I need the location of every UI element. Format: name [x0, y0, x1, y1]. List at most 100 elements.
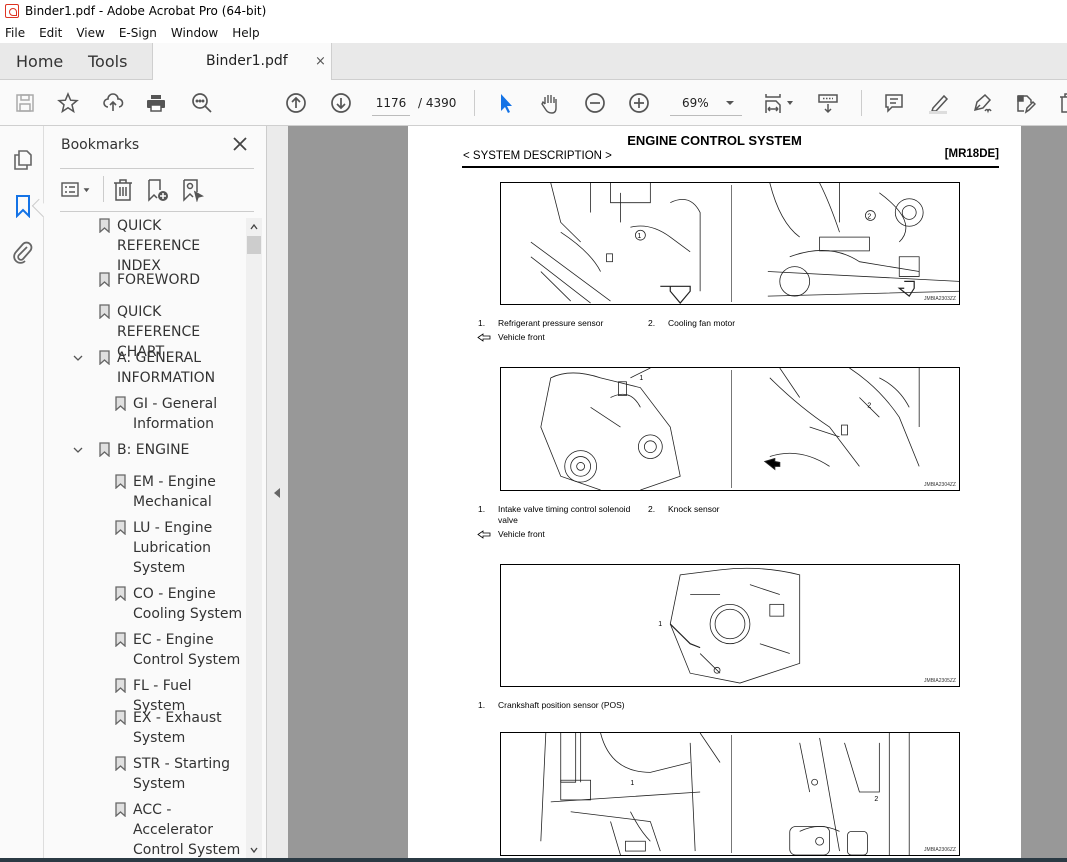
- bookmark-item[interactable]: EM - Engine Mechanical: [115, 472, 216, 512]
- upload-cloud-icon[interactable]: [101, 91, 125, 115]
- page-thumbnails-icon[interactable]: [11, 148, 35, 172]
- zoom-out-icon[interactable]: [583, 91, 607, 115]
- zoom-in-icon[interactable]: [627, 91, 651, 115]
- vehicle-front-arrow-icon: [477, 530, 491, 539]
- bookmark-label: ACC -: [133, 802, 172, 818]
- bookmark-label: STR - Starting: [133, 756, 230, 772]
- menu-file[interactable]: File: [0, 26, 32, 40]
- bookmark-item[interactable]: CO - Engine Cooling System: [115, 584, 242, 624]
- caption-text: Knock sensor: [668, 504, 720, 514]
- bookmark-icon: [115, 710, 126, 725]
- comment-icon[interactable]: [882, 91, 906, 115]
- figure-3: 1 JMBIA2305ZZ: [500, 564, 960, 687]
- page-number-input[interactable]: 1176: [372, 92, 410, 116]
- attachments-icon[interactable]: [11, 240, 35, 264]
- bookmark-icon: [115, 756, 126, 771]
- figure-divider: [731, 735, 732, 853]
- figure-1: 1 2 JMBIA2303ZZ: [500, 182, 960, 305]
- bookmark-star-icon[interactable]: [56, 91, 80, 115]
- find-zoom-icon[interactable]: [190, 91, 214, 115]
- menu-window[interactable]: Window: [164, 26, 225, 40]
- left-navigation-rail: [0, 126, 51, 862]
- document-tab-label: Binder1.pdf: [206, 53, 288, 69]
- toolbar-divider: [474, 90, 475, 116]
- bookmark-list: QUICK REFERENCE INDEX FOREWORD QUICK REFERE…: [44, 218, 244, 862]
- edit-pdf-icon[interactable]: [1013, 91, 1037, 115]
- tab-home[interactable]: Home: [16, 43, 63, 80]
- chevron-down-icon[interactable]: [72, 444, 84, 456]
- total-pages: / 4390: [418, 96, 457, 110]
- menu-esign[interactable]: E-Sign: [112, 26, 164, 40]
- bookmark-item[interactable]: FOREWORD: [99, 270, 200, 290]
- bookmark-item[interactable]: A: GENERAL INFORMATION: [73, 348, 216, 388]
- bookmark-icon: [115, 474, 126, 489]
- figure-code: JMBIA2305ZZ: [924, 678, 956, 684]
- menu-view[interactable]: View: [69, 26, 111, 40]
- highlight-icon[interactable]: [926, 91, 950, 115]
- fit-page-dropdown-icon[interactable]: [787, 101, 793, 105]
- figure-3-illustration: 1: [658, 567, 801, 684]
- figure-divider: [731, 370, 732, 488]
- save-icon[interactable]: [13, 91, 37, 115]
- print-icon[interactable]: [144, 91, 168, 115]
- figure-4-illustration: 1 2: [540, 733, 910, 855]
- bookmark-item[interactable]: GI - General Information: [115, 394, 217, 434]
- bookmark-item[interactable]: B: ENGINE: [73, 440, 189, 460]
- svg-text:1: 1: [630, 780, 634, 787]
- fit-page-icon[interactable]: [762, 91, 786, 115]
- bookmark-item[interactable]: EX - Exhaust System: [115, 708, 222, 748]
- bookmark-icon: [99, 442, 110, 457]
- delete-icon[interactable]: [1056, 91, 1067, 115]
- bookmark-options-button[interactable]: [60, 178, 94, 202]
- viewer-scrollbar[interactable]: [1058, 126, 1067, 862]
- bookmark-scrollbar[interactable]: [246, 218, 262, 858]
- select-cursor-icon[interactable]: [494, 91, 518, 115]
- document-viewer[interactable]: ENGINE CONTROL SYSTEM < SYSTEM DESCRIPTI…: [288, 126, 1067, 862]
- caption-text: Intake valve timing control solenoid val…: [498, 504, 631, 525]
- bookmark-label: QUICK REFERENCE: [117, 218, 201, 254]
- zoom-level-select[interactable]: 69%: [670, 92, 742, 116]
- hand-icon[interactable]: [538, 91, 562, 115]
- scrollbar-thumb[interactable]: [247, 236, 261, 254]
- bookmarks-panel-title: Bookmarks: [61, 137, 140, 153]
- tab-tools[interactable]: Tools: [88, 43, 127, 80]
- chevron-down-icon[interactable]: [72, 352, 84, 364]
- figure-code: JMBIA2303ZZ: [924, 296, 956, 302]
- new-bookmark-from-structure-icon[interactable]: [180, 178, 204, 203]
- page-down-icon[interactable]: [329, 91, 353, 115]
- bookmark-item[interactable]: EC - Engine Control System: [115, 630, 240, 670]
- page-up-icon[interactable]: [284, 91, 308, 115]
- toolbar: 1176 / 4390 69%: [0, 80, 1067, 126]
- chevron-down-icon: [726, 101, 734, 105]
- sign-icon[interactable]: [970, 91, 994, 115]
- title-bar: Binder1.pdf - Adobe Acrobat Pro (64-bit): [0, 0, 1067, 22]
- scroll-mode-icon[interactable]: [816, 91, 840, 115]
- new-bookmark-icon[interactable]: [145, 178, 169, 202]
- tab-document[interactable]: Binder1.pdf ×: [152, 43, 332, 81]
- bookmark-item[interactable]: STR - Starting System: [115, 754, 230, 794]
- collapse-panel-handle[interactable]: [266, 126, 288, 862]
- toolbar-divider: [861, 90, 862, 116]
- menu-help[interactable]: Help: [225, 26, 266, 40]
- close-panel-icon[interactable]: [232, 136, 248, 152]
- menu-edit[interactable]: Edit: [32, 26, 69, 40]
- bookmark-label: EX - Exhaust: [133, 710, 222, 726]
- close-tab-icon[interactable]: ×: [315, 43, 326, 80]
- bookmark-label: QUICK REFERENCE: [117, 304, 201, 340]
- bookmark-item[interactable]: ACC - Accelerator Control System: [115, 800, 240, 860]
- delete-bookmark-icon[interactable]: [111, 178, 135, 202]
- menu-bar: File Edit View E-Sign Window Help: [0, 22, 1067, 43]
- bookmark-item[interactable]: LU - Engine Lubrication System: [115, 518, 212, 578]
- bookmark-label: INFORMATION: [117, 370, 216, 386]
- bookmark-label: Lubrication: [133, 540, 212, 556]
- bookmark-label: System: [133, 776, 186, 792]
- bookmark-icon: [99, 304, 110, 319]
- figure-2-illustration: 1 2: [540, 368, 920, 490]
- vehicle-front-label: Vehicle front: [498, 529, 545, 539]
- zoom-level-value: 69%: [682, 96, 709, 110]
- caption-text: Crankshaft position sensor (POS): [498, 700, 625, 710]
- bookmark-item[interactable]: QUICK REFERENCE INDEX: [99, 218, 244, 276]
- caption-text: Cooling fan motor: [668, 318, 736, 328]
- svg-text:2: 2: [867, 213, 871, 220]
- window-title: Binder1.pdf - Adobe Acrobat Pro (64-bit): [25, 4, 267, 18]
